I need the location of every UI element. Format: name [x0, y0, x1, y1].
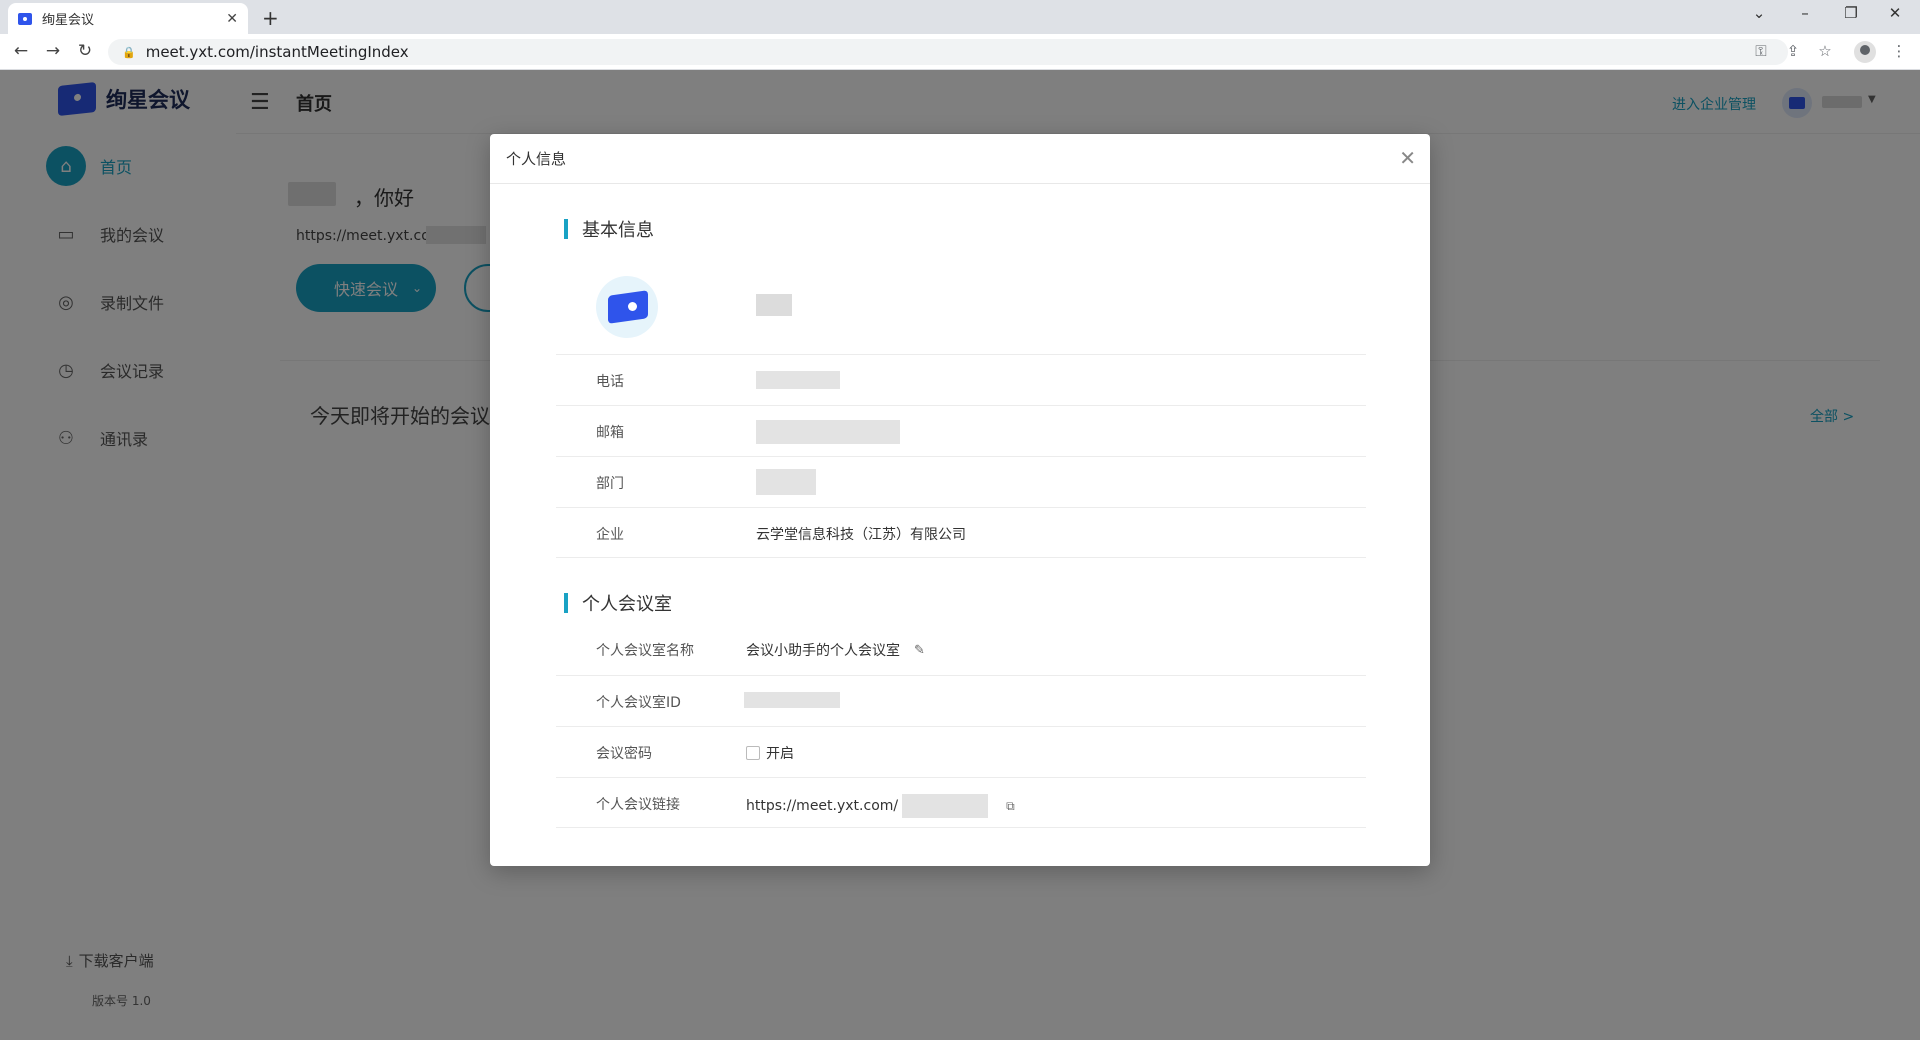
room-id-row: 个人会议室ID — [556, 675, 1366, 726]
url-bar[interactable]: 🔒 meet.yxt.com/instantMeetingIndex — [108, 39, 1788, 65]
copy-icon[interactable]: ⧉ — [1006, 799, 1015, 814]
room-name-row: 个人会议室名称 会议小助手的个人会议室 ✎ — [556, 624, 1366, 675]
lock-icon: 🔒 — [122, 45, 136, 59]
email-row: 邮箱 — [556, 405, 1366, 456]
favicon-icon — [18, 12, 32, 25]
user-name-redacted — [756, 294, 792, 316]
phone-row: 电话 — [556, 354, 1366, 405]
tab-close-icon[interactable]: ✕ — [226, 11, 238, 27]
meeting-link-value: https://meet.yxt.com/ ⧉ — [746, 794, 1015, 818]
section-accent-bar — [564, 219, 568, 239]
company-label: 企业 — [596, 527, 624, 543]
forward-icon[interactable]: → — [42, 41, 64, 61]
share-icon[interactable]: ⇪ — [1782, 42, 1804, 60]
password-option-label: 开启 — [766, 746, 794, 762]
star-icon[interactable]: ☆ — [1814, 42, 1836, 60]
new-tab-icon[interactable]: + — [262, 6, 279, 30]
window-close-icon[interactable]: ✕ — [1880, 4, 1910, 22]
password-checkbox[interactable] — [746, 746, 760, 760]
department-value — [756, 469, 816, 495]
browser-tab-bar: 绚星会议 ✕ + ⌄ – ❐ ✕ — [0, 0, 1920, 34]
edit-icon[interactable]: ✎ — [914, 643, 925, 658]
more-menu-icon[interactable]: ⋮ — [1888, 42, 1910, 60]
minimize-icon[interactable]: – — [1790, 4, 1820, 22]
modal-title: 个人信息 — [506, 150, 567, 168]
tab-title: 绚星会议 — [42, 13, 95, 28]
meeting-link-text: https://meet.yxt.com/ — [746, 798, 899, 814]
restore-icon[interactable]: ❐ — [1836, 4, 1866, 22]
room-id-label: 个人会议室ID — [596, 695, 681, 711]
back-icon[interactable]: ← — [10, 41, 32, 61]
room-name-value: 会议小助手的个人会议室 ✎ — [746, 640, 925, 660]
phone-value — [756, 371, 840, 389]
link-redacted — [902, 794, 989, 818]
key-icon[interactable]: ⚿ — [1750, 42, 1772, 60]
section-title-text: 基本信息 — [582, 220, 654, 241]
phone-label: 电话 — [596, 374, 624, 390]
password-row: 会议密码 开启 — [556, 726, 1366, 777]
close-icon[interactable]: ✕ — [1399, 146, 1416, 170]
personal-info-modal: 个人信息 ✕ 基本信息 电话 邮箱 部门 企业 云学堂信息科技（江苏）有限公司 … — [490, 134, 1430, 866]
company-value: 云学堂信息科技（江苏）有限公司 — [756, 527, 966, 543]
section-title-text: 个人会议室 — [582, 594, 672, 615]
url-text: meet.yxt.com/instantMeetingIndex — [145, 43, 409, 61]
department-label: 部门 — [596, 476, 624, 492]
tab-search-icon[interactable]: ⌄ — [1744, 4, 1774, 22]
personal-room-section-title: 个人会议室 — [564, 590, 672, 616]
room-name-text: 会议小助手的个人会议室 — [746, 643, 900, 659]
profile-icon[interactable] — [1854, 41, 1876, 63]
room-name-label: 个人会议室名称 — [596, 643, 694, 659]
address-bar-row: ← → ↻ 🔒 meet.yxt.com/instantMeetingIndex… — [0, 34, 1920, 70]
email-label: 邮箱 — [596, 425, 624, 441]
room-id-value — [744, 692, 840, 708]
browser-tab[interactable]: 绚星会议 ✕ — [8, 3, 248, 34]
password-toggle[interactable]: 开启 — [746, 743, 794, 763]
section-accent-bar — [564, 593, 568, 613]
modal-header: 个人信息 — [490, 134, 1430, 184]
email-value — [756, 420, 900, 444]
password-label: 会议密码 — [596, 746, 652, 762]
reload-icon[interactable]: ↻ — [74, 41, 96, 61]
meeting-link-label: 个人会议链接 — [596, 797, 680, 813]
department-row: 部门 — [556, 456, 1366, 507]
basic-info-section-title: 基本信息 — [564, 216, 654, 242]
company-row: 企业 云学堂信息科技（江苏）有限公司 — [556, 507, 1366, 558]
avatar[interactable] — [596, 276, 658, 338]
meeting-link-row: 个人会议链接 https://meet.yxt.com/ ⧉ — [556, 777, 1366, 828]
